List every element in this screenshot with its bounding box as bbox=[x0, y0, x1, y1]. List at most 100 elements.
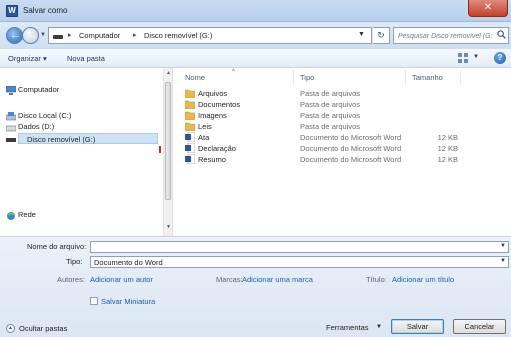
type-label: Tipo: bbox=[66, 257, 83, 266]
drive-icon bbox=[53, 35, 63, 39]
file-list: Nome ^ Tipo Tamanho Arquivos Pasta de ar… bbox=[174, 68, 511, 236]
file-type: Documento do Microsoft Word bbox=[300, 155, 402, 164]
type-dropdown-icon[interactable]: ▼ bbox=[500, 258, 506, 264]
type-select[interactable]: Documento do Word ▼ bbox=[90, 256, 509, 268]
address-dropdown-icon[interactable]: ▼ bbox=[358, 31, 365, 38]
organize-button[interactable]: Organizar ▾ bbox=[8, 54, 47, 63]
scroll-up-icon[interactable]: ▲ bbox=[166, 70, 171, 76]
search-icon[interactable] bbox=[497, 30, 506, 39]
file-row[interactable]: Arquivos Pasta de arquivos bbox=[174, 88, 511, 99]
column-header-size[interactable]: Tamanho bbox=[412, 73, 443, 82]
refresh-button[interactable]: ↻ bbox=[373, 27, 390, 44]
save-button[interactable]: Salvar bbox=[391, 319, 444, 334]
scroll-down-icon[interactable]: ▼ bbox=[166, 224, 171, 230]
navigation-pane: Computador Disco Local (C:) Dados (D:) D… bbox=[0, 68, 173, 236]
file-row[interactable]: Ata Documento do Microsoft Word 12 KB bbox=[174, 132, 511, 143]
sort-ascending-icon: ^ bbox=[232, 69, 235, 75]
cancel-button[interactable]: Cancelar bbox=[453, 319, 506, 334]
file-type: Pasta de arquivos bbox=[300, 111, 361, 120]
file-row[interactable]: Imagens Pasta de arquivos bbox=[174, 110, 511, 121]
tools-button[interactable]: Ferramentas bbox=[326, 323, 369, 332]
network-icon bbox=[7, 212, 15, 220]
word-doc-icon bbox=[185, 154, 195, 164]
chevron-right-icon[interactable]: ▸ bbox=[68, 31, 72, 39]
column-header-type[interactable]: Tipo bbox=[300, 73, 314, 82]
forward-button[interactable] bbox=[22, 27, 39, 44]
search-input[interactable] bbox=[398, 30, 492, 42]
add-title-link[interactable]: Adicionar um título bbox=[392, 275, 454, 284]
new-folder-button[interactable]: Nova pasta bbox=[67, 54, 105, 63]
folder-icon bbox=[185, 89, 195, 98]
word-doc-icon bbox=[185, 143, 195, 153]
views-dropdown-icon[interactable]: ▼ bbox=[473, 54, 479, 60]
file-size: 12 KB bbox=[437, 133, 458, 142]
scroll-thumb[interactable] bbox=[165, 82, 171, 200]
computer-icon bbox=[6, 86, 16, 95]
file-type: Pasta de arquivos bbox=[300, 89, 361, 98]
views-icon[interactable] bbox=[458, 53, 468, 63]
column-divider[interactable] bbox=[460, 70, 461, 84]
file-name: Resumo bbox=[198, 155, 226, 164]
help-icon[interactable]: ? bbox=[494, 52, 506, 64]
nav-scrollbar[interactable]: ▲ ▼ bbox=[163, 68, 172, 236]
drive-icon bbox=[6, 125, 16, 132]
file-name: Arquivos bbox=[198, 89, 228, 98]
nav-item-local-disk[interactable]: Disco Local (C:) bbox=[18, 111, 71, 120]
close-button[interactable]: ✕ bbox=[468, 0, 508, 17]
save-form: Nome do arquivo: ▼ Tipo: Documento do Wo… bbox=[0, 236, 511, 337]
file-type: Pasta de arquivos bbox=[300, 122, 361, 131]
nav-item-data-drive[interactable]: Dados (D:) bbox=[18, 122, 54, 131]
file-row[interactable]: Documentos Pasta de arquivos bbox=[174, 99, 511, 110]
filename-input[interactable] bbox=[93, 243, 493, 252]
save-thumbnail-checkbox[interactable] bbox=[90, 297, 98, 305]
folder-icon bbox=[185, 122, 195, 131]
add-tag-link[interactable]: Adicionar uma marca bbox=[242, 275, 313, 284]
word-doc-icon bbox=[185, 132, 195, 142]
resize-marker bbox=[159, 146, 161, 153]
title-bar: W Salvar como ✕ bbox=[0, 0, 511, 22]
tags-label: Marcas: bbox=[216, 275, 243, 284]
address-bar[interactable]: ▸ Computador ▸ Disco removível (G:) ▼ bbox=[48, 27, 372, 44]
type-value: Documento do Word bbox=[94, 258, 163, 267]
file-name: Declaração bbox=[198, 144, 236, 153]
nav-item-removable-drive[interactable]: Disco removível (G:) bbox=[18, 133, 158, 144]
file-type: Documento do Microsoft Word bbox=[300, 144, 402, 153]
save-thumbnail-label[interactable]: Salvar Miniatura bbox=[101, 297, 155, 306]
filename-dropdown-icon[interactable]: ▼ bbox=[500, 243, 506, 249]
word-app-icon: W bbox=[6, 5, 18, 17]
command-bar: Organizar ▾ Nova pasta ▼ ? bbox=[0, 49, 511, 68]
tools-dropdown-icon[interactable]: ▼ bbox=[376, 324, 382, 330]
removable-drive-icon bbox=[6, 138, 16, 142]
nav-item-network[interactable]: Rede bbox=[18, 210, 36, 219]
search-box[interactable] bbox=[393, 27, 509, 44]
filename-label: Nome do arquivo: bbox=[27, 242, 87, 251]
drive-icon bbox=[6, 112, 16, 121]
column-divider[interactable] bbox=[405, 70, 406, 84]
column-divider[interactable] bbox=[293, 70, 294, 84]
filename-field[interactable]: ▼ bbox=[90, 241, 509, 253]
file-row[interactable]: Leis Pasta de arquivos bbox=[174, 121, 511, 132]
window-title: Salvar como bbox=[23, 6, 68, 15]
nav-item-computer[interactable]: Computador bbox=[18, 85, 59, 94]
hide-folders-button[interactable]: Ocultar pastas bbox=[19, 324, 67, 333]
title-label: Título: bbox=[366, 275, 387, 284]
folder-icon bbox=[185, 111, 195, 120]
breadcrumb-removable-drive[interactable]: Disco removível (G:) bbox=[144, 31, 212, 40]
nav-item-removable-label: Disco removível (G:) bbox=[27, 135, 96, 144]
file-type: Documento do Microsoft Word bbox=[300, 133, 402, 142]
history-dropdown-icon[interactable]: ▼ bbox=[40, 32, 46, 38]
file-size: 12 KB bbox=[437, 144, 458, 153]
add-author-link[interactable]: Adicionar um autor bbox=[90, 275, 153, 284]
column-header-name[interactable]: Nome bbox=[185, 73, 205, 82]
chevron-right-icon[interactable]: ▸ bbox=[133, 31, 137, 39]
file-name: Imagens bbox=[198, 111, 227, 120]
authors-label: Autores: bbox=[57, 275, 85, 284]
file-row[interactable]: Declaração Documento do Microsoft Word 1… bbox=[174, 143, 511, 154]
breadcrumb-computer[interactable]: Computador bbox=[79, 31, 120, 40]
file-size: 12 KB bbox=[437, 155, 458, 164]
file-name: Documentos bbox=[198, 100, 241, 109]
file-row[interactable]: Resumo Documento do Microsoft Word 12 KB bbox=[174, 154, 511, 165]
file-type: Pasta de arquivos bbox=[300, 100, 361, 109]
back-button[interactable] bbox=[6, 27, 23, 44]
hide-folders-icon[interactable]: ▲ bbox=[6, 324, 15, 333]
